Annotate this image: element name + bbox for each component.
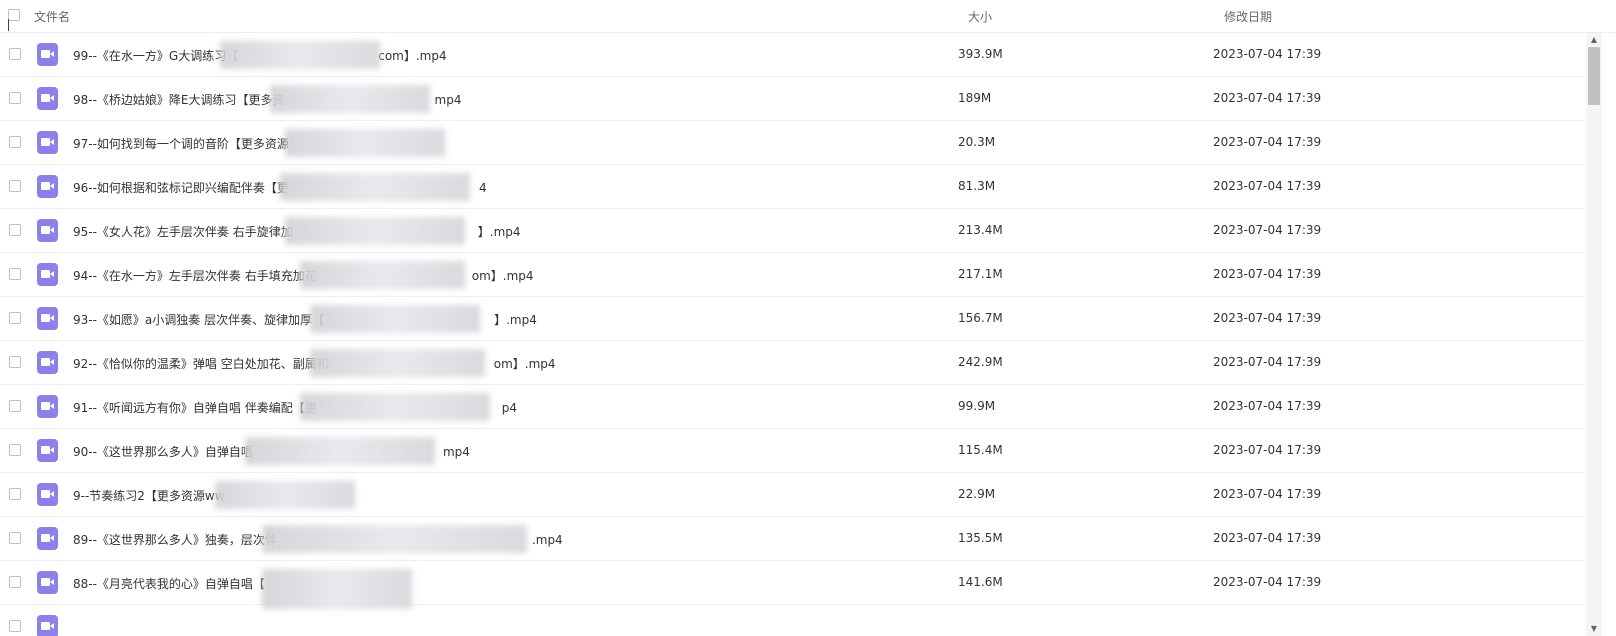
video-file-icon: [37, 351, 58, 374]
video-file-icon: [37, 219, 58, 242]
row-checkbox[interactable]: [9, 400, 21, 412]
video-file-icon: [37, 131, 58, 154]
video-file-icon: [37, 87, 58, 110]
row-checkbox[interactable]: [9, 444, 21, 456]
file-name[interactable]: 88--《月亮代表我的心》自弹自唱【: [73, 575, 265, 592]
file-row[interactable]: 94--《在水一方》左手层次伴奏 右手填充加花 om】.mp4 217.1M 20…: [0, 253, 1584, 297]
file-date: 2023-07-04 17:39: [1213, 91, 1322, 105]
file-size: 22.9M: [958, 487, 996, 501]
file-date: 2023-07-04 17:39: [1213, 575, 1322, 589]
file-row[interactable]: 9--节奏练习2【更多资源ww 22.9M 2023-07-04 17:39: [0, 473, 1584, 517]
file-name[interactable]: 9--节奏练习2【更多资源ww: [73, 487, 225, 504]
video-file-icon: [37, 571, 58, 594]
video-file-icon: [37, 175, 58, 198]
video-file-icon: [37, 615, 58, 636]
scroll-down-arrow-icon[interactable]: ▼: [1586, 622, 1602, 636]
file-size: 81.3M: [958, 179, 996, 193]
file-size: 217.1M: [958, 267, 1003, 281]
file-date: 2023-07-04 17:39: [1213, 179, 1322, 193]
file-size: 141.6M: [958, 575, 1003, 589]
video-file-icon: [37, 527, 58, 550]
file-size: 189M: [958, 91, 992, 105]
file-size: 20.3M: [958, 135, 996, 149]
file-row[interactable]: [0, 605, 1584, 636]
file-date: 2023-07-04 17:39: [1213, 267, 1322, 281]
file-row[interactable]: 95--《女人花》左手层次伴奏 右手旋律加 】.mp4 213.4M 2023-0…: [0, 209, 1584, 253]
file-size: 156.7M: [958, 311, 1003, 325]
file-row[interactable]: 89--《这世界那么多人》独奏，层次伴 .mp4 135.5M 2023-07-0…: [0, 517, 1584, 561]
file-list: 99--《在水一方》G大调练习【 com】.mp4 393.9M 2023-07-…: [0, 33, 1584, 636]
scroll-up-arrow-icon[interactable]: ▲: [1586, 33, 1602, 47]
row-checkbox[interactable]: [9, 180, 21, 192]
row-checkbox[interactable]: [9, 532, 21, 544]
row-checkbox[interactable]: [9, 92, 21, 104]
file-size: 242.9M: [958, 355, 1003, 369]
file-date: 2023-07-04 17:39: [1213, 531, 1322, 545]
file-date: 2023-07-04 17:39: [1213, 399, 1322, 413]
row-checkbox[interactable]: [9, 488, 21, 500]
scroll-thumb[interactable]: [1588, 47, 1600, 105]
redaction-blur: [262, 569, 412, 609]
column-header-name[interactable]: 文件名: [34, 8, 70, 25]
redaction-blur: [300, 393, 490, 421]
file-size: 99.9M: [958, 399, 996, 413]
video-file-icon: [37, 439, 58, 462]
row-checkbox[interactable]: [9, 136, 21, 148]
file-row[interactable]: 92--《恰似你的温柔》弹唱 空白处加花、副属和 om】.mp4 242.9M 2…: [0, 341, 1584, 385]
file-row[interactable]: 93--《如愿》a小调独奏 层次伴奏、旋律加厚【 】.mp4 156.7M 202…: [0, 297, 1584, 341]
redaction-blur: [280, 173, 470, 201]
file-list-header: 文件名 大小 修改日期: [0, 0, 1616, 33]
file-size: 213.4M: [958, 223, 1003, 237]
row-checkbox[interactable]: [9, 356, 21, 368]
file-size: 393.9M: [958, 47, 1003, 61]
file-date: 2023-07-04 17:39: [1213, 311, 1322, 325]
file-date: 2023-07-04 17:39: [1213, 47, 1322, 61]
file-size: 135.5M: [958, 531, 1003, 545]
row-checkbox[interactable]: [9, 576, 21, 588]
redaction-blur: [245, 437, 435, 465]
file-row[interactable]: 90--《这世界那么多人》自弹自唱 mp4 115.4M 2023-07-04 1…: [0, 429, 1584, 473]
file-row[interactable]: 88--《月亮代表我的心》自弹自唱【 141.6M 2023-07-04 17:…: [0, 561, 1584, 609]
video-file-icon: [37, 263, 58, 286]
file-row[interactable]: 96--如何根据和弦标记即兴编配伴奏【更 4 81.3M 2023-07-04 1…: [0, 165, 1584, 209]
row-checkbox[interactable]: [9, 312, 21, 324]
vertical-scrollbar[interactable]: ▲ ▼: [1586, 33, 1602, 636]
video-file-icon: [37, 395, 58, 418]
video-file-icon: [37, 307, 58, 330]
column-header-size[interactable]: 大小: [968, 8, 992, 25]
redaction-blur: [300, 261, 465, 289]
file-row[interactable]: 98--《桥边姑娘》降E大调练习【更多资 mp4 189M 2023-07-04 …: [0, 77, 1584, 121]
redaction-blur: [285, 217, 465, 245]
video-file-icon: [37, 43, 58, 66]
column-header-date[interactable]: 修改日期: [1224, 8, 1272, 25]
file-row[interactable]: 91--《听闻远方有你》自弹自唱 伴奏编配【更 p4 99.9M 2023-07-…: [0, 385, 1584, 429]
row-checkbox[interactable]: [9, 48, 21, 60]
redaction-blur: [270, 85, 430, 113]
redaction-blur: [262, 525, 527, 553]
file-date: 2023-07-04 17:39: [1213, 135, 1322, 149]
redaction-blur: [285, 129, 445, 157]
redaction-blur: [215, 481, 355, 509]
redaction-blur: [220, 41, 380, 69]
select-all-checkbox[interactable]: [8, 9, 20, 21]
file-date: 2023-07-04 17:39: [1213, 223, 1322, 237]
row-checkbox[interactable]: [9, 224, 21, 236]
file-date: 2023-07-04 17:39: [1213, 487, 1322, 501]
redaction-blur: [310, 349, 485, 377]
redaction-blur: [310, 305, 480, 333]
video-file-icon: [37, 483, 58, 506]
file-size: 115.4M: [958, 443, 1003, 457]
file-date: 2023-07-04 17:39: [1213, 355, 1322, 369]
file-date: 2023-07-04 17:39: [1213, 443, 1322, 457]
text-cursor: [8, 19, 9, 31]
row-checkbox[interactable]: [9, 620, 21, 632]
file-row[interactable]: 97--如何找到每一个调的音阶【更多资源 20.3M 2023-07-04 17…: [0, 121, 1584, 165]
row-checkbox[interactable]: [9, 268, 21, 280]
file-row[interactable]: 99--《在水一方》G大调练习【 com】.mp4 393.9M 2023-07-…: [0, 33, 1584, 77]
